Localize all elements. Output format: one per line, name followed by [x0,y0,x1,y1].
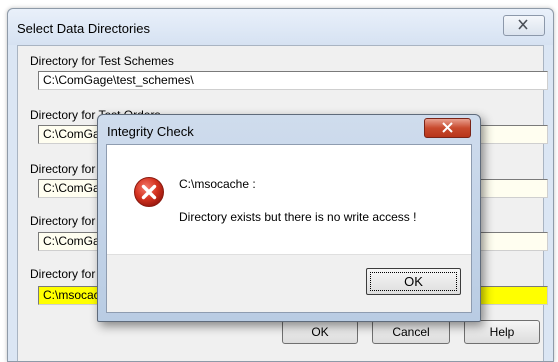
main-close-button[interactable] [503,15,545,36]
close-icon [518,19,528,30]
dialog-client-area: C:\msocache : Directory exists but there… [106,144,472,313]
test-schemes-input[interactable]: C:\ComGage\test_schemes\ [38,71,548,90]
directory-label-5: Directory for [30,267,96,281]
ok-button[interactable]: OK [282,320,358,344]
close-icon [442,122,453,133]
main-titlebar[interactable]: Select Data Directories [8,9,553,45]
focus-rectangle [370,272,457,291]
directory-label-3: Directory for [30,162,96,176]
test-schemes-label: Directory for Test Schemes [30,54,174,68]
dialog-close-button[interactable] [424,118,471,138]
dialog-title: Integrity Check [107,124,194,139]
dialog-message-text: Directory exists but there is no write a… [179,210,417,224]
dialog-ok-button[interactable]: OK [366,268,461,295]
cancel-button[interactable]: Cancel [372,320,450,344]
help-button[interactable]: Help [464,320,540,344]
dialog-content: C:\msocache : Directory exists but there… [107,145,471,254]
dialog-footer: OK [107,254,471,312]
integrity-check-dialog: Integrity Check C:\msocache : Directory … [97,114,481,322]
directory-label-4: Directory for [30,214,96,228]
dialog-path-text: C:\msocache : [179,177,256,191]
main-window-title: Select Data Directories [17,21,150,36]
error-icon [134,177,164,207]
